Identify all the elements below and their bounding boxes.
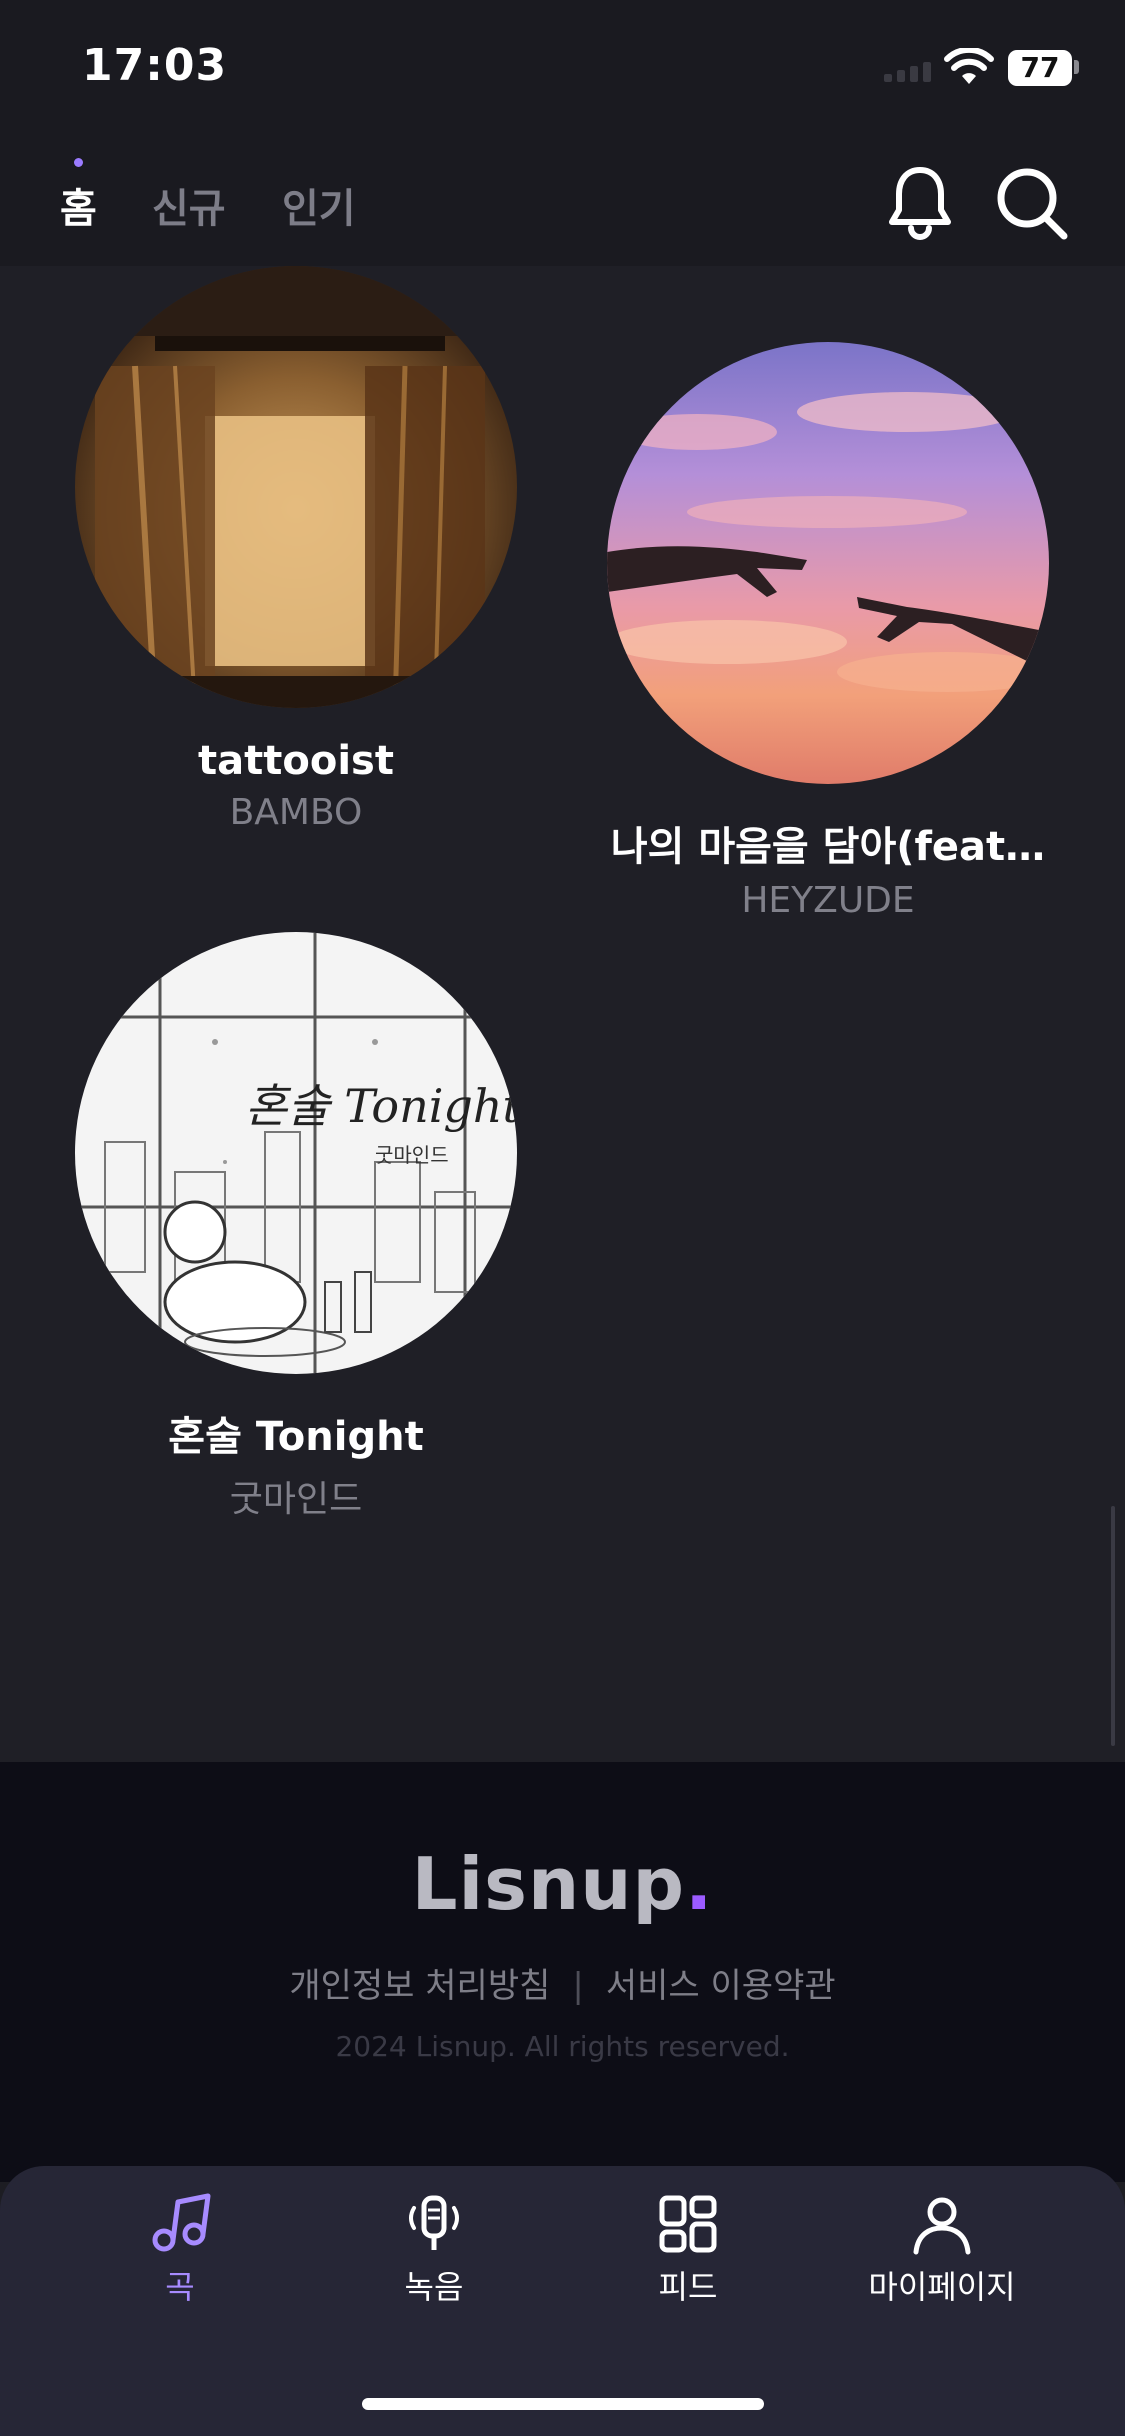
terms-of-service-link[interactable]: 서비스 이용약관: [606, 1966, 836, 2006]
song-title: tattooist: [198, 738, 394, 784]
song-title: 혼술 Tonight: [168, 1414, 424, 1460]
tab-recording[interactable]: 녹음: [324, 2192, 544, 2308]
lisnup-logo: Lisnup.: [0, 1842, 1125, 1926]
privacy-policy-link[interactable]: 개인정보 처리방침: [289, 1966, 550, 2006]
tab-popular[interactable]: 인기: [282, 176, 356, 234]
scrollbar[interactable]: [1111, 1506, 1115, 1746]
status-bar: 17:03 77: [0, 0, 1125, 140]
tab-home[interactable]: 홈: [60, 176, 97, 234]
top-navigation: 홈 신규 인기: [0, 140, 1125, 266]
tab-songs[interactable]: 곡: [70, 2192, 290, 2308]
song-card[interactable]: tattooist BAMBO: [66, 266, 526, 833]
footer-separator: |: [572, 1966, 584, 2006]
tab-mypage[interactable]: 마이페이지: [832, 2192, 1052, 2308]
battery-cap: [1074, 60, 1079, 74]
tab-new[interactable]: 신규: [152, 176, 226, 234]
footer: Lisnup. 개인정보 처리방침 | 서비스 이용약관 2024 Lisnup. …: [0, 1762, 1125, 2182]
song-title: 나의 마음을 담아(feat…: [610, 824, 1046, 870]
tab-label: 녹음: [404, 2268, 464, 2306]
music-note-icon: [152, 2193, 211, 2252]
song-list: tattooist BAMBO 나의 마음을 담아(feat… HEYZUDE: [0, 266, 1125, 1762]
bell-icon[interactable]: [884, 162, 956, 242]
hands-illustration: [607, 392, 1049, 692]
svg-text:굿마인드: 굿마인드: [375, 1143, 449, 1167]
album-cover[interactable]: [607, 342, 1049, 784]
tab-label: 마이페이지: [868, 2268, 1016, 2306]
song-card[interactable]: 혼술 Tonight 굿마인드 혼술 Tonight 굿마인드: [66, 932, 526, 1522]
svg-text:혼술 Tonight: 혼술 Tonight: [245, 1079, 517, 1133]
active-tab-indicator: [74, 158, 83, 167]
logo-text: Lisnup: [411, 1842, 686, 1926]
song-artist: HEYZUDE: [741, 880, 915, 921]
song-card[interactable]: 나의 마음을 담아(feat… HEYZUDE: [598, 342, 1058, 921]
search-icon[interactable]: [994, 162, 1070, 242]
footer-links: 개인정보 처리방침 | 서비스 이용약관: [0, 1958, 1125, 2007]
album-cover[interactable]: [75, 266, 517, 708]
tab-label: 곡: [165, 2268, 195, 2306]
copyright: 2024 Lisnup. All rights reserved.: [335, 2030, 790, 2063]
window-illustration: [75, 266, 517, 708]
tab-feed[interactable]: 피드: [578, 2192, 798, 2308]
person-icon: [913, 2197, 971, 2255]
bottom-tab-bar: 곡 녹음 피드 마이페이지: [0, 2166, 1125, 2436]
battery-level: 77: [1008, 50, 1072, 86]
cellular-signal-icon: [884, 62, 931, 82]
tab-label: 피드: [658, 2268, 718, 2306]
microphone-icon: [409, 2195, 459, 2250]
logo-dot: .: [685, 1842, 714, 1926]
wifi-icon: [944, 48, 994, 84]
song-artist: 굿마인드: [229, 1479, 363, 1520]
grid-icon: [659, 2195, 717, 2253]
city-night-illustration: 혼술 Tonight 굿마인드: [75, 932, 517, 1374]
album-cover[interactable]: 혼술 Tonight 굿마인드: [75, 932, 517, 1374]
song-artist: BAMBO: [229, 792, 363, 833]
status-time: 17:03: [82, 40, 228, 91]
home-indicator[interactable]: [362, 2398, 764, 2410]
